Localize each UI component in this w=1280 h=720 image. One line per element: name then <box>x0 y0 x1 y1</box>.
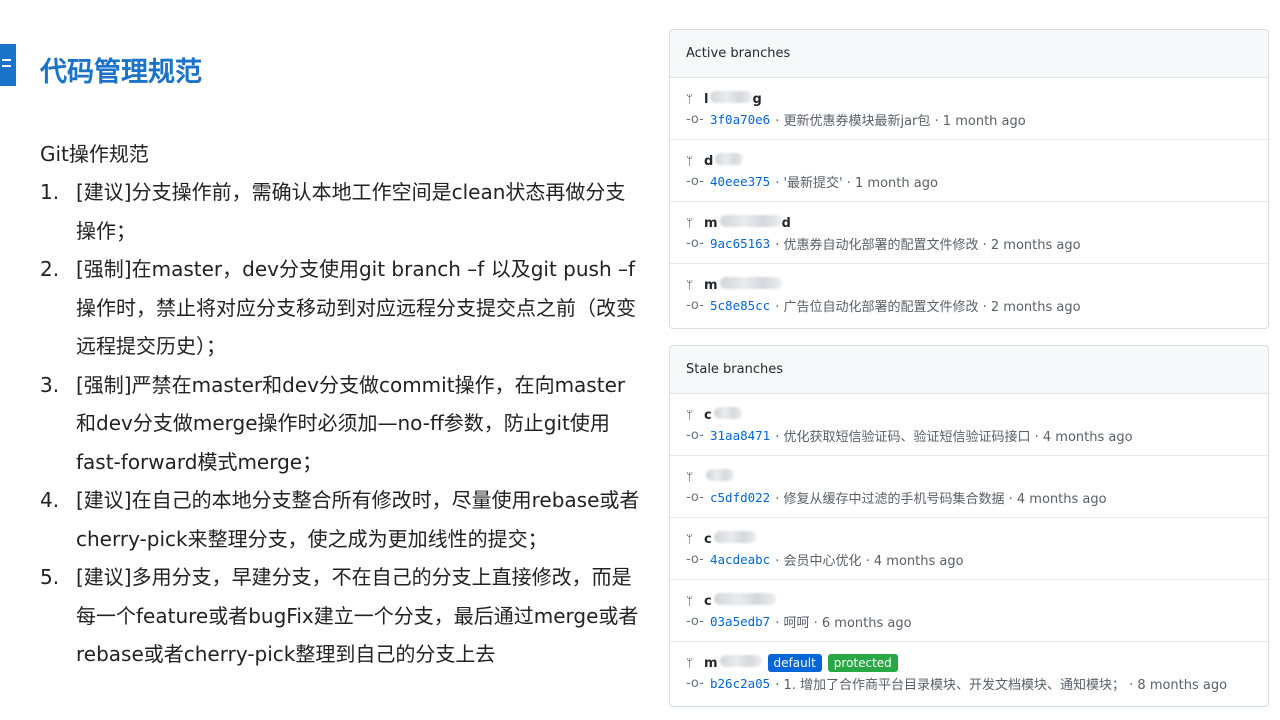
commit-message: · 优惠券自动化部署的配置文件修改 · 2 months ago <box>775 237 1081 253</box>
branch-row[interactable]: ᛘ md -o- 9ac65163 · 优惠券自动化部署的配置文件修改 · 2 … <box>670 202 1268 264</box>
commit-sha-link[interactable]: 9ac65163 <box>710 236 770 251</box>
page-title: 代码管理规范 <box>40 57 202 88</box>
rule-text: [建议]在自己的本地分支整合所有修改时，尽量使用rebase或者cherry-p… <box>76 488 640 551</box>
redacted-text <box>719 277 782 289</box>
commit-message: · 优化获取短信验证码、验证短信验证码接口 · 4 months ago <box>775 429 1133 445</box>
commit-icon: -o- <box>686 235 704 251</box>
commit-sha-link[interactable]: 40eee375 <box>710 174 770 189</box>
branch-name-link[interactable]: c <box>704 593 776 609</box>
stale-branches-header: Stale branches <box>670 346 1268 394</box>
commit-icon: -o- <box>686 551 704 567</box>
rule-text: [强制]严禁在master和dev分支做commit操作，在向master和de… <box>76 372 626 474</box>
rule-number: 4. <box>40 488 60 512</box>
commit-message: · 修复从缓存中过滤的手机号码集合数据 · 4 months ago <box>775 491 1107 507</box>
redacted-text <box>719 215 782 227</box>
branch-icon: ᛘ <box>686 154 694 168</box>
active-branches-header: Active branches <box>670 30 1268 78</box>
title-marker-icon <box>0 44 16 86</box>
protected-badge: protected <box>827 654 898 672</box>
branch-row[interactable]: ᛘ m default protected -o- b26c2a05 · 1. … <box>670 642 1268 704</box>
commit-icon: -o- <box>686 297 704 313</box>
rule-number: 1. <box>40 180 60 204</box>
commit-sha-link[interactable]: 5c8e85cc <box>710 298 770 313</box>
branch-row[interactable]: ᛘ m -o- 5c8e85cc · 广告位自动化部署的配置文件修改 · 2 m… <box>670 264 1268 326</box>
rule-text: [强制]在master，dev分支使用git branch –f 以及git p… <box>76 257 636 358</box>
commit-message: · 会员中心优化 · 4 months ago <box>775 553 964 569</box>
commit-sha-link[interactable]: 4acdeabc <box>710 552 770 567</box>
commit-sha-link[interactable]: 03a5edb7 <box>710 614 770 629</box>
section-subtitle: Git操作规范 <box>40 142 149 166</box>
branch-name-link[interactable]: m <box>704 277 782 293</box>
branch-icon: ᛘ <box>686 532 694 546</box>
branch-icon: ᛘ <box>686 408 694 422</box>
branch-icon: ᛘ <box>686 656 694 670</box>
branch-name-link[interactable]: m <box>704 655 762 671</box>
branch-icon: ᛘ <box>686 216 694 230</box>
default-badge: default <box>767 654 822 672</box>
branch-name-link[interactable] <box>704 469 734 485</box>
branch-icon: ᛘ <box>686 278 694 292</box>
rules-content: Git操作规范 1. [建议]分支操作前，需确认本地工作空间是clean状态再做… <box>40 135 640 674</box>
commit-sha-link[interactable]: 31aa8471 <box>710 428 770 443</box>
redacted-text <box>710 91 753 103</box>
branch-icon: ᛘ <box>686 92 694 106</box>
commit-message: · 1. 增加了合作商平台目录模块、开发文档模块、通知模块； · 8 month… <box>775 677 1228 693</box>
redacted-text <box>706 469 734 481</box>
stale-branches-panel: Stale branches ᛘ c -o- 31aa8471 · 优化获取短信… <box>669 345 1269 707</box>
commit-message: · '最新提交' · 1 month ago <box>775 175 938 191</box>
branch-name-link[interactable]: md <box>704 215 791 231</box>
branch-row[interactable]: ᛘ c -o- 31aa8471 · 优化获取短信验证码、验证短信验证码接口 ·… <box>670 394 1268 456</box>
commit-icon: -o- <box>686 111 704 127</box>
commit-message: · 更新优惠券模块最新jar包 · 1 month ago <box>775 113 1026 129</box>
rule-item: 5. [建议]多用分支，早建分支，不在自己的分支上直接修改，而是每一个featu… <box>40 558 640 674</box>
rule-item: 4. [建议]在自己的本地分支整合所有修改时，尽量使用rebase或者cherr… <box>40 481 640 558</box>
branch-row[interactable]: ᛘ c -o- 4acdeabc · 会员中心优化 · 4 months ago <box>670 518 1268 580</box>
branch-name-link[interactable]: c <box>704 531 756 547</box>
branch-row[interactable]: ᛘ lg -o- 3f0a70e6 · 更新优惠券模块最新jar包 · 1 mo… <box>670 78 1268 140</box>
branch-row[interactable]: ᛘ -o- c5dfd022 · 修复从缓存中过滤的手机号码集合数据 · 4 m… <box>670 456 1268 518</box>
commit-message: · 呵呵 · 6 months ago <box>775 615 912 631</box>
commit-icon: -o- <box>686 427 704 443</box>
commit-sha-link[interactable]: b26c2a05 <box>710 676 770 691</box>
branch-name-link[interactable]: c <box>704 407 742 423</box>
active-branches-panel: Active branches ᛘ lg -o- 3f0a70e6 · 更新优惠… <box>669 29 1269 329</box>
rule-number: 2. <box>40 257 60 281</box>
branch-row[interactable]: ᛘ d -o- 40eee375 · '最新提交' · 1 month ago <box>670 140 1268 202</box>
redacted-text <box>715 153 744 165</box>
commit-icon: -o- <box>686 613 704 629</box>
branch-icon: ᛘ <box>686 470 694 484</box>
commit-icon: -o- <box>686 489 704 505</box>
redacted-text <box>719 655 762 667</box>
commit-icon: -o- <box>686 173 704 189</box>
commit-sha-link[interactable]: c5dfd022 <box>710 490 770 505</box>
branch-row[interactable]: ᛘ c -o- 03a5edb7 · 呵呵 · 6 months ago <box>670 580 1268 642</box>
commit-message: · 广告位自动化部署的配置文件修改 · 2 months ago <box>775 299 1081 315</box>
commit-sha-link[interactable]: 3f0a70e6 <box>710 112 770 127</box>
branch-icon: ᛘ <box>686 594 694 608</box>
rule-number: 3. <box>40 372 60 397</box>
branch-name-link[interactable]: d <box>704 153 744 169</box>
rule-item: 3. [强制]严禁在master和dev分支做commit操作，在向master… <box>40 366 640 482</box>
rule-item: 1. [建议]分支操作前，需确认本地工作空间是clean状态再做分支操作； <box>40 173 640 250</box>
redacted-text <box>713 407 742 419</box>
rule-item: 2. [强制]在master，dev分支使用git branch –f 以及gi… <box>40 250 640 366</box>
rule-number: 5. <box>40 565 60 589</box>
branch-name-link[interactable]: lg <box>704 91 762 107</box>
rules-list: 1. [建议]分支操作前，需确认本地工作空间是clean状态再做分支操作； 2.… <box>40 173 640 674</box>
commit-icon: -o- <box>686 675 704 691</box>
rule-text: [建议]多用分支，早建分支，不在自己的分支上直接修改，而是每一个feature或… <box>76 565 639 666</box>
redacted-text <box>713 593 776 605</box>
redacted-text <box>713 531 756 543</box>
rule-text: [建议]分支操作前，需确认本地工作空间是clean状态再做分支操作； <box>76 180 626 243</box>
